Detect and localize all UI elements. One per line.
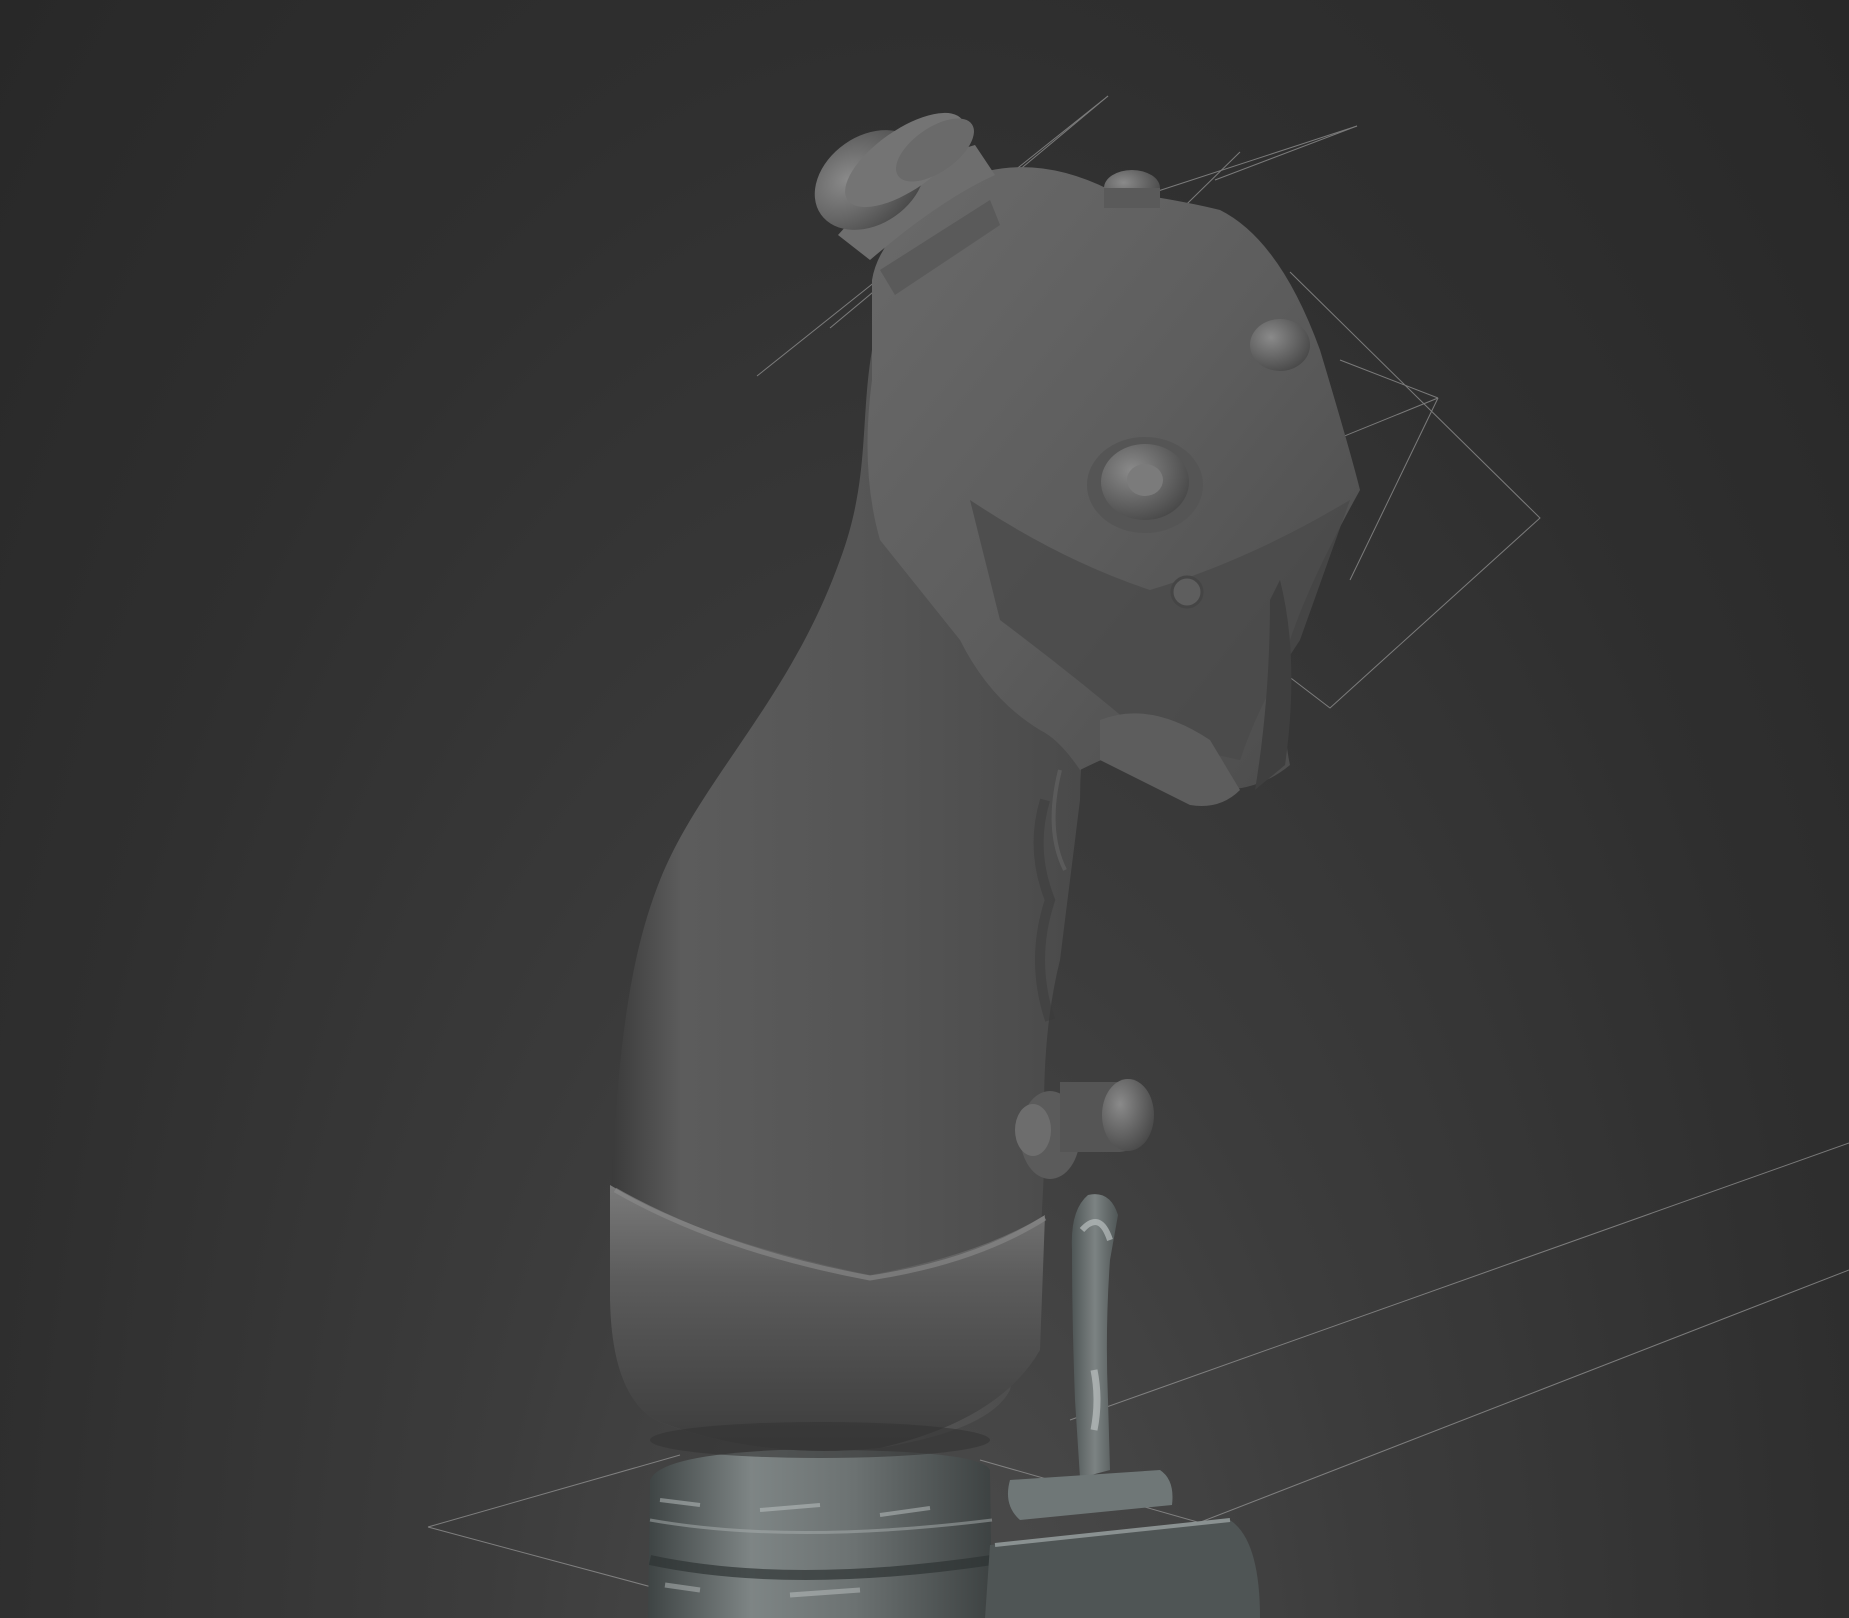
scene-render[interactable] (0, 0, 1849, 1618)
3d-viewport[interactable] (0, 0, 1849, 1618)
head-nub[interactable] (1250, 319, 1310, 371)
base-collar[interactable] (648, 1449, 993, 1618)
top-right-knob[interactable] (1104, 170, 1160, 208)
